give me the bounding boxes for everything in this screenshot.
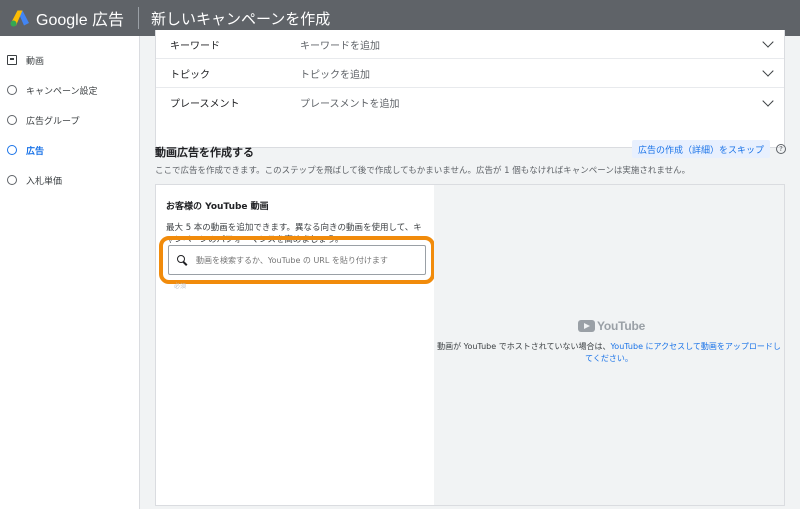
upload-link[interactable]: YouTube にアクセスして動画をアップロードしてください。 [585, 342, 781, 363]
targeting-row-topics[interactable]: トピック トピックを追加 [156, 59, 784, 88]
step-circle-icon [7, 115, 17, 125]
step-circle-icon [7, 175, 17, 185]
sidebar-item-label: 広告グループ [26, 116, 80, 127]
required-label: 必須 [174, 283, 187, 290]
targeting-row-keywords[interactable]: キーワード キーワードを追加 [156, 30, 784, 59]
header-divider [138, 7, 140, 29]
video-icon [7, 55, 17, 65]
sidebar-item-label: キャンペーン設定 [26, 86, 98, 97]
brand-name[interactable]: Google 広告 [36, 6, 124, 30]
search-highlight [159, 236, 435, 284]
search-icon [177, 254, 188, 266]
video-search-field[interactable] [168, 245, 426, 275]
section-description: ここで広告を作成できます。このステップを飛ばして後で作成してもかまいません。広告… [155, 166, 691, 176]
google-ads-logo-icon[interactable] [10, 8, 30, 28]
help-icon[interactable]: ? [776, 144, 786, 154]
targeting-card: キーワード キーワードを追加 トピック トピックを追加 プレースメント プレース… [155, 30, 785, 148]
sidebar-item-label: 動画 [26, 56, 45, 67]
row-value: トピックを追加 [300, 69, 370, 81]
youtube-wordmark: YouTube [597, 319, 646, 333]
sidebar-item-campaign-settings[interactable]: キャンペーン設定 [0, 75, 139, 105]
video-ad-card: お客様の YouTube 動画 最大 5 本の動画を追加できます。異なる向きの動… [155, 184, 785, 506]
skip-ad-creation-button[interactable]: 広告の作成（詳細）をスキップ [631, 140, 770, 158]
video-preview-pane: YouTube 動画が YouTube でホストされていない場合は、YouTub… [434, 185, 784, 505]
row-label: トピック [170, 69, 210, 81]
video-select-pane: お客様の YouTube 動画 最大 5 本の動画を追加できます。異なる向きの動… [156, 185, 435, 505]
row-value: プレースメントを追加 [300, 99, 400, 110]
youtube-logo: YouTube [578, 319, 645, 333]
upload-note: 動画が YouTube でホストされていない場合は、YouTube にアクセスし… [434, 341, 784, 365]
panel-title: お客様の YouTube 動画 [166, 202, 269, 212]
page-title: 新しいキャンペーンを作成 [151, 9, 331, 28]
sidebar-item-bidding[interactable]: 入札単価 [0, 165, 139, 195]
row-label: プレースメント [170, 99, 240, 110]
step-circle-icon [7, 85, 17, 95]
main-content: キーワード キーワードを追加 トピック トピックを追加 プレースメント プレース… [141, 30, 800, 509]
section-title: 動画広告を作成する [155, 146, 254, 159]
row-label: キーワード [170, 40, 220, 52]
sidebar-item-ads[interactable]: 広告 [0, 135, 139, 165]
targeting-row-placements[interactable]: プレースメント プレースメントを追加 [156, 88, 784, 117]
sidebar-item-label: 入札単価 [26, 176, 63, 187]
row-value: キーワードを追加 [300, 40, 380, 52]
sidebar-item-label: 広告 [26, 146, 45, 157]
step-sidebar: 動画 キャンペーン設定 広告グループ 広告 入札単価 [0, 36, 140, 509]
video-search-input[interactable] [196, 255, 416, 265]
sidebar-item-video[interactable]: 動画 [0, 45, 139, 75]
step-circle-icon [7, 145, 17, 155]
upload-note-text: 動画が YouTube でホストされていない場合は、 [437, 342, 611, 351]
youtube-play-icon [578, 320, 595, 332]
sidebar-item-ad-group[interactable]: 広告グループ [0, 105, 139, 135]
